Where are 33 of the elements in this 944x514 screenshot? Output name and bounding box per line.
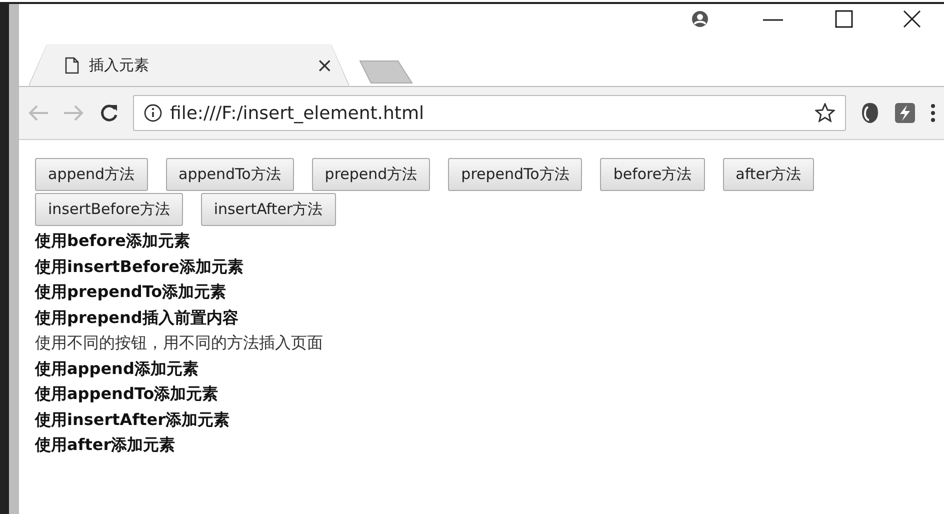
- result-text: 使用prependTo添加元素: [35, 281, 228, 303]
- result-text: 使用insertBefore添加元素: [35, 256, 245, 278]
- tab-title: 插入元素: [89, 56, 150, 74]
- method-button[interactable]: insertAfter方法: [200, 193, 336, 226]
- result-text: 使用before添加元素: [35, 230, 191, 252]
- result-text: 使用不同的按钮，用不同的方法插入页面: [35, 332, 324, 354]
- lightning-icon[interactable]: [894, 102, 916, 124]
- method-button[interactable]: prependTo方法: [448, 158, 582, 191]
- info-icon[interactable]: [144, 104, 162, 122]
- method-button[interactable]: prepend方法: [312, 158, 430, 191]
- result-text: 使用append添加元素: [35, 358, 200, 380]
- close-icon[interactable]: [903, 10, 921, 28]
- address-bar[interactable]: file:///F:/insert_element.html: [133, 95, 846, 131]
- page-icon: [65, 56, 79, 74]
- result-text: 使用prepend插入前置内容: [35, 306, 240, 328]
- result-text: 使用appendTo添加元素: [35, 383, 220, 405]
- maximize-icon[interactable]: [835, 10, 853, 28]
- menu-icon[interactable]: [930, 103, 936, 123]
- result-text: 使用insertAfter添加元素: [35, 408, 231, 430]
- reload-icon[interactable]: [99, 103, 119, 123]
- result-text: 使用after添加元素: [35, 434, 176, 456]
- browser-tab[interactable]: 插入元素 ×: [29, 44, 349, 86]
- close-tab-button[interactable]: ×: [316, 53, 333, 77]
- method-button[interactable]: appendTo方法: [166, 158, 294, 191]
- bookmark-star-icon[interactable]: [815, 103, 835, 123]
- url-text: file:///F:/insert_element.html: [170, 102, 426, 124]
- method-button[interactable]: before方法: [600, 158, 705, 191]
- method-button[interactable]: after方法: [722, 158, 814, 191]
- method-button[interactable]: append方法: [35, 158, 148, 191]
- shield-icon[interactable]: [860, 102, 880, 124]
- minimize-icon[interactable]: [763, 18, 783, 22]
- account-icon[interactable]: [691, 10, 709, 28]
- method-button[interactable]: insertBefore方法: [35, 193, 183, 226]
